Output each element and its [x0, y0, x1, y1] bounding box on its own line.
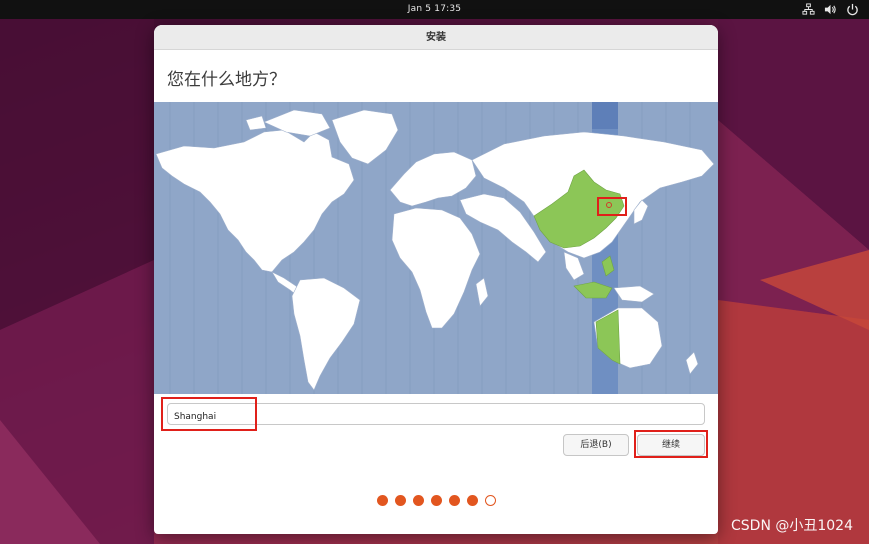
progress-dot [484, 495, 496, 506]
progress-steps [154, 495, 718, 506]
back-button[interactable]: 后退(B) [563, 434, 629, 456]
progress-dot [376, 495, 388, 506]
installer-window: 安装 您在什么地方？ Shanghai 后退(B) 继续 [154, 25, 718, 534]
progress-dot [394, 495, 406, 506]
world-map-shapes [155, 102, 715, 394]
input-annotation-box [161, 397, 257, 431]
continue-annotation-box [634, 430, 708, 458]
progress-dot [412, 495, 424, 506]
volume-icon[interactable] [824, 3, 837, 16]
progress-dot [448, 495, 460, 506]
timezone-map[interactable] [154, 102, 718, 394]
network-icon[interactable] [802, 3, 815, 16]
progress-dot [430, 495, 442, 506]
watermark: CSDN @小丑1024 [731, 518, 853, 534]
system-tray[interactable] [802, 2, 859, 17]
window-title[interactable]: 安装 [154, 25, 718, 50]
progress-dot [466, 495, 478, 506]
selected-location-highlight [597, 197, 627, 216]
page-heading: 您在什么地方？ [167, 70, 286, 90]
location-pin-icon [606, 202, 612, 208]
clock[interactable]: Jan 5 17:35 [0, 0, 869, 19]
power-icon[interactable] [846, 3, 859, 16]
top-bar: Jan 5 17:35 [0, 0, 869, 19]
